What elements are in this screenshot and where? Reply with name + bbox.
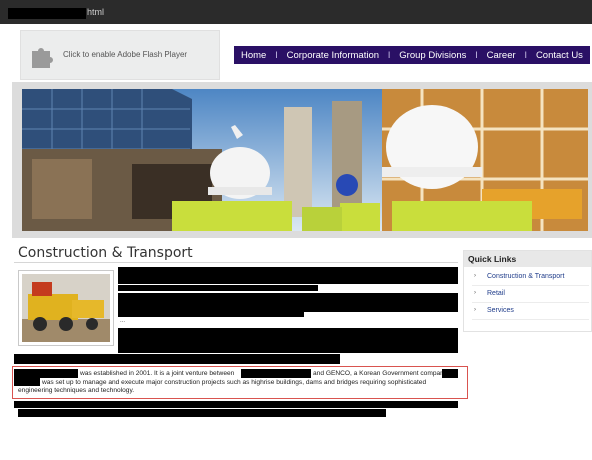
nav-corporate-information[interactable]: Corporate Information — [287, 50, 379, 61]
chevron-right-icon: › — [474, 273, 476, 279]
chevron-right-icon: › — [474, 307, 476, 313]
window-title: html — [87, 7, 105, 17]
quick-link-services[interactable]: › Services — [474, 307, 514, 314]
nav-career[interactable]: Career — [487, 50, 516, 61]
redacted-text-block — [118, 328, 458, 353]
paragraph-line-1b: and GENCO, a Korean Government company. — [313, 370, 449, 377]
redacted-text-block — [118, 312, 304, 317]
redacted-text-block — [118, 293, 458, 312]
paragraph-line-3: engineering techniques and technology. — [18, 387, 135, 394]
browser-title-bar: html — [0, 0, 592, 24]
nav-separator: I — [524, 50, 528, 60]
banner-image — [22, 89, 588, 231]
page-title: Construction & Transport — [18, 245, 193, 261]
redacted-text-block — [14, 354, 340, 364]
nav-contact-us[interactable]: Contact Us — [536, 50, 583, 61]
nav-separator: I — [275, 50, 278, 60]
quick-link-retail[interactable]: › Retail — [474, 290, 505, 297]
redacted-text-block — [18, 409, 386, 417]
flash-placeholder[interactable]: Click to enable Adobe Flash Player — [20, 30, 220, 80]
paragraph-line-2: was set up to manage and execute major c… — [42, 379, 427, 386]
quick-links-panel: Quick Links › Construction & Transport › R… — [463, 250, 592, 332]
nav-group-divisions[interactable]: Group Divisions — [399, 50, 466, 61]
flash-message: Click to enable Adobe Flash Player — [63, 50, 188, 59]
redacted-company-name — [14, 378, 40, 386]
divider — [472, 285, 589, 286]
redacted-company-name — [14, 369, 78, 378]
heading-divider — [14, 262, 458, 263]
partial-text: ... — [120, 318, 126, 324]
redacted-company-name — [442, 369, 458, 378]
nav-separator: I — [387, 50, 391, 60]
main-nav: Home I Corporate Information I Group Div… — [234, 46, 590, 64]
puzzle-piece-icon — [32, 48, 53, 68]
redacted-text-block — [14, 401, 458, 408]
quick-link-construction-transport[interactable]: › Construction & Transport — [474, 273, 564, 280]
chevron-right-icon: › — [474, 290, 476, 296]
redacted-text-block — [118, 267, 458, 284]
redacted-text-block — [118, 285, 318, 291]
paragraph-line-1a: was established in 2001. It is a joint v… — [80, 370, 235, 377]
quick-links-title: Quick Links — [464, 251, 591, 267]
redacted-company-name — [241, 369, 311, 378]
divider — [472, 302, 589, 303]
divider — [472, 319, 589, 320]
redacted-title — [8, 8, 86, 19]
nav-separator: I — [475, 50, 478, 60]
nav-home[interactable]: Home — [241, 50, 266, 61]
construction-equipment-image — [22, 274, 110, 342]
